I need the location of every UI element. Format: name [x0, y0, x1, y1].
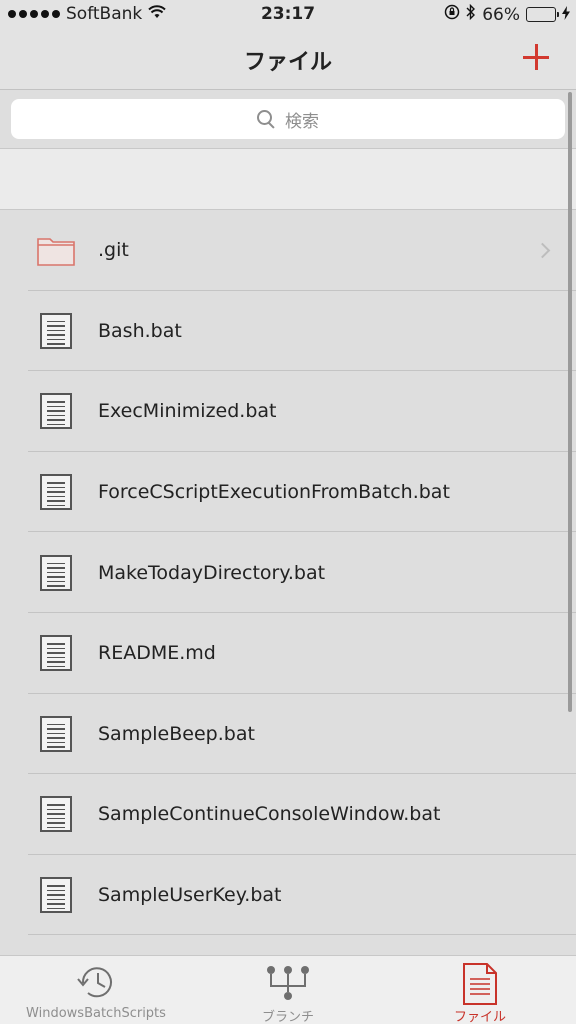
section-header	[0, 148, 576, 210]
file-name: README.md	[98, 642, 216, 665]
document-icon	[36, 875, 76, 915]
add-button[interactable]	[522, 42, 552, 72]
search-input[interactable]: 検索	[11, 99, 565, 139]
document-icon	[36, 553, 76, 593]
status-right: 66%	[444, 3, 570, 25]
tab-branch[interactable]: ブランチ	[192, 956, 384, 1024]
orientation-lock-icon	[444, 4, 460, 25]
document-icon	[462, 962, 498, 1010]
tab-bar: WindowsBatchScripts ブランチ ファイル	[0, 955, 576, 1024]
document-icon	[36, 633, 76, 673]
bluetooth-icon	[466, 3, 476, 25]
file-row[interactable]: README.md	[0, 613, 576, 694]
history-clock-icon	[74, 962, 118, 1008]
scroll-indicator	[568, 92, 572, 712]
file-name: .git	[98, 239, 129, 262]
file-name: Bash.bat	[98, 319, 182, 342]
file-name: MakeTodayDirectory.bat	[98, 561, 326, 584]
file-list[interactable]: .git Bash.bat ExecMinimized.bat ForceCScrip…	[0, 210, 576, 955]
search-icon	[257, 110, 275, 128]
tab-label: ブランチ	[261, 1010, 314, 1024]
tab-files[interactable]: ファイル	[384, 956, 576, 1024]
file-row[interactable]: SampleUserKey.bat	[0, 855, 576, 936]
file-row[interactable]: SampleBeep.bat	[0, 694, 576, 775]
branch-icon	[263, 962, 313, 1008]
tab-label: WindowsBatchScripts	[26, 1006, 166, 1021]
file-row[interactable]: ForceCScriptExecutionFromBatch.bat	[0, 452, 576, 533]
chevron-right-icon	[534, 242, 551, 259]
file-row[interactable]: SampleContinueConsoleWindow.bat	[0, 774, 576, 855]
file-name: ExecMinimized.bat	[98, 400, 277, 423]
file-name: SampleBeep.bat	[98, 722, 255, 745]
battery-icon	[526, 7, 559, 22]
tab-repository[interactable]: WindowsBatchScripts	[0, 956, 192, 1024]
page-title: ファイル	[243, 50, 332, 75]
navigation-bar: ファイル	[0, 30, 576, 90]
file-name: ForceCScriptExecutionFromBatch.bat	[98, 481, 450, 504]
tab-label: ファイル	[453, 1010, 506, 1024]
search-area: 検索	[0, 90, 576, 148]
status-bar: SoftBank 23:17 66%	[0, 0, 576, 30]
file-row[interactable]: MakeTodayDirectory.bat	[0, 532, 576, 613]
file-row[interactable]: Bash.bat	[0, 291, 576, 372]
document-icon	[36, 714, 76, 754]
document-icon	[36, 311, 76, 351]
folder-row[interactable]: .git	[0, 210, 576, 291]
file-name: SampleContinueConsoleWindow.bat	[98, 803, 441, 826]
battery-percent: 66%	[482, 4, 520, 25]
search-placeholder: 検索	[285, 111, 319, 132]
document-icon	[36, 472, 76, 512]
folder-icon	[36, 230, 76, 270]
document-icon	[36, 391, 76, 431]
file-name: SampleUserKey.bat	[98, 884, 282, 907]
document-icon	[36, 794, 76, 834]
file-row[interactable]: ExecMinimized.bat	[0, 371, 576, 452]
charging-bolt-icon	[562, 5, 570, 25]
